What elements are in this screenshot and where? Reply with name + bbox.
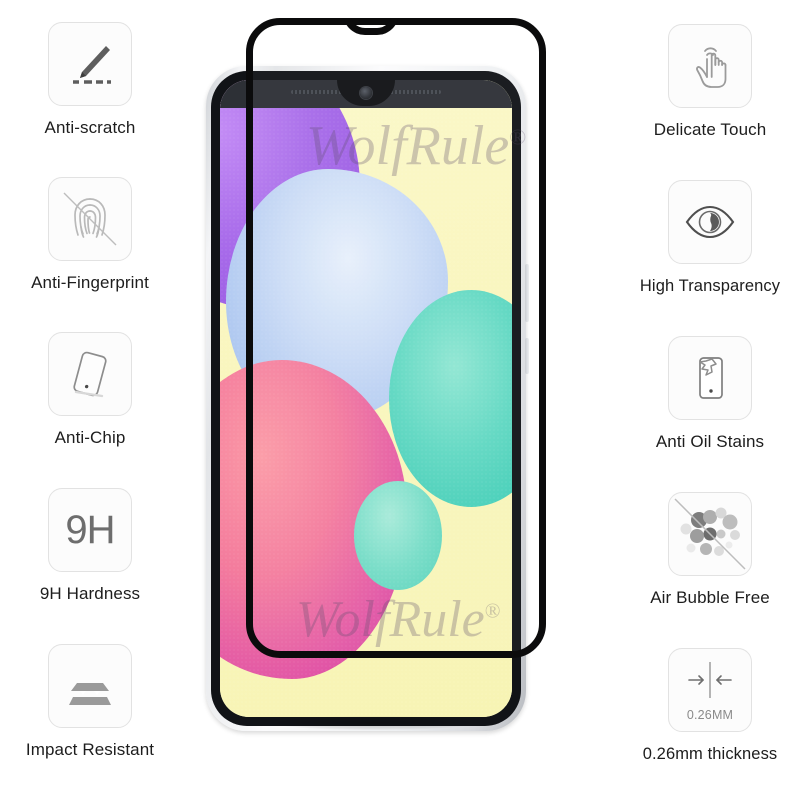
product-hero-image: WolfRule® WolfRule® bbox=[196, 11, 546, 758]
glass-notch-top-mask bbox=[343, 11, 399, 18]
thickness-caliper-icon: 0.26MM bbox=[668, 648, 752, 732]
feature-label: High Transparency bbox=[639, 277, 781, 295]
feature-label: 0.26mm thickness bbox=[642, 745, 778, 763]
feature-label: Air Bubble Free bbox=[650, 588, 770, 607]
phone-bezel bbox=[211, 71, 521, 726]
feature-high-transparency: High Transparency bbox=[620, 180, 800, 295]
bubbles-crossed-icon bbox=[668, 492, 752, 576]
feature-label: 9H Hardness bbox=[39, 584, 141, 603]
feature-label: Anti-Chip bbox=[54, 428, 126, 447]
feature-9h-hardness: 9H 9H Hardness bbox=[0, 488, 180, 604]
hardness-9h-icon: 9H bbox=[48, 488, 132, 572]
smartphone-device bbox=[206, 66, 529, 731]
feature-anti-fingerprint: Anti-Fingerprint bbox=[0, 177, 180, 293]
feature-anti-oil-stains: Anti Oil Stains bbox=[620, 336, 800, 452]
feature-anti-scratch: Anti-scratch bbox=[0, 22, 180, 138]
feature-anti-chip: Anti-Chip bbox=[0, 332, 180, 448]
feature-label: Delicate Touch bbox=[653, 120, 767, 139]
tilted-phone-icon bbox=[48, 332, 132, 416]
front-camera-icon bbox=[360, 87, 372, 99]
tap-hand-icon bbox=[668, 24, 752, 108]
knife-scratch-icon bbox=[48, 22, 132, 106]
phone-oil-smudge-icon bbox=[668, 336, 752, 420]
hardness-icon-text: 9H bbox=[65, 507, 115, 552]
volume-button[interactable] bbox=[525, 264, 529, 322]
feature-impact-resistant: Impact Resistant bbox=[0, 644, 180, 760]
feature-thickness: 0.26MM 0.26mm thickness bbox=[620, 648, 800, 763]
product-feature-sheet: Anti-scratch Anti-Fingerprint Anti-Chip … bbox=[0, 0, 800, 800]
feature-label: Anti-Fingerprint bbox=[31, 273, 149, 292]
eye-icon bbox=[668, 180, 752, 264]
feature-delicate-touch: Delicate Touch bbox=[620, 24, 800, 140]
device-drop-shadow bbox=[274, 716, 474, 730]
thickness-icon-text: 0.26MM bbox=[686, 708, 734, 722]
power-button[interactable] bbox=[525, 338, 529, 374]
wallpaper-grain bbox=[220, 80, 512, 717]
fingerprint-crossed-icon bbox=[48, 177, 132, 261]
feature-label: Impact Resistant bbox=[25, 740, 155, 759]
left-feature-column: Anti-scratch Anti-Fingerprint Anti-Chip … bbox=[0, 0, 180, 800]
feature-label: Anti-scratch bbox=[44, 118, 136, 137]
feature-air-bubble-free: Air Bubble Free bbox=[620, 492, 800, 608]
feature-label: Anti Oil Stains bbox=[655, 432, 765, 451]
layered-shield-icon bbox=[48, 644, 132, 728]
phone-screen bbox=[220, 80, 512, 717]
right-feature-column: Delicate Touch High Transparency Anti Oi… bbox=[620, 0, 800, 800]
